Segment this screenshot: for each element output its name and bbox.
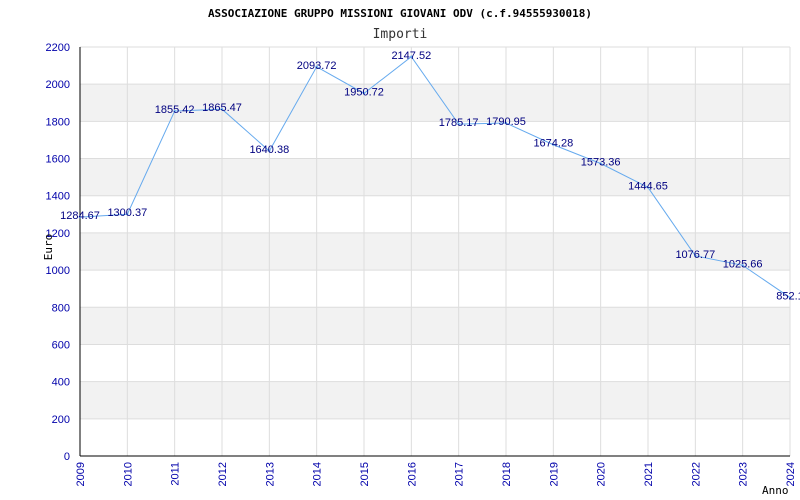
y-tick-label: 600 [52, 339, 70, 351]
series-title: Importi [373, 27, 428, 42]
x-tick-label: 2024 [785, 462, 797, 486]
grid-band [80, 158, 790, 196]
x-tick-label: 2018 [501, 462, 513, 486]
x-axis-label: Anno [762, 484, 789, 497]
data-label: 1284.67 [60, 210, 100, 222]
line-chart: ASSOCIAZIONE GRUPPO MISSIONI GIOVANI ODV… [42, 7, 800, 497]
y-tick-label: 800 [52, 302, 70, 314]
data-label: 1950.72 [344, 86, 384, 98]
x-tick-label: 2011 [170, 462, 182, 486]
data-label: 1785.17 [439, 117, 479, 129]
x-tick-label: 2015 [359, 462, 371, 486]
x-tick-label: 2017 [454, 462, 466, 486]
data-label: 1855.42 [155, 104, 195, 116]
data-label: 1444.65 [628, 180, 668, 192]
y-tick-label: 2000 [46, 79, 70, 91]
x-tick-label: 2019 [548, 462, 560, 486]
x-tick-label: 2013 [264, 462, 276, 486]
grid-band [80, 381, 790, 419]
x-tick-label: 2016 [406, 462, 418, 486]
x-tick-label: 2020 [596, 462, 608, 486]
x-tick-label: 2022 [690, 462, 702, 486]
x-tick-label: 2012 [217, 462, 229, 486]
data-label: 2093.72 [297, 60, 337, 72]
y-tick-label: 1400 [46, 191, 70, 203]
y-tick-label: 200 [52, 414, 70, 426]
x-tick-label: 2021 [643, 462, 655, 486]
y-tick-label: 2200 [46, 42, 70, 54]
data-label: 852.1 [776, 291, 800, 303]
y-axis-label: Euro [42, 234, 55, 261]
y-tick-label: 1000 [46, 265, 70, 277]
data-label: 1674.28 [533, 138, 573, 150]
data-label: 1076.77 [675, 249, 715, 261]
y-tick-label: 1600 [46, 154, 70, 166]
x-tick-label: 2023 [738, 462, 750, 486]
chart-title: ASSOCIAZIONE GRUPPO MISSIONI GIOVANI ODV… [208, 7, 592, 20]
x-tick-label: 2014 [312, 462, 324, 486]
grid-band [80, 307, 790, 345]
y-tick-label: 400 [52, 377, 70, 389]
x-tick-label: 2009 [75, 462, 87, 486]
data-label: 1573.36 [581, 156, 621, 168]
x-tick-label: 2010 [122, 462, 134, 486]
y-tick-label: 1800 [46, 116, 70, 128]
data-label: 1025.66 [723, 258, 763, 270]
data-label: 1300.37 [107, 207, 147, 219]
data-label: 2147.52 [391, 50, 431, 62]
x-tick-labels: 2009 2010 2011 2012 2013 2014 2015 2016 2017 2018… [75, 462, 797, 486]
y-tick-label: 0 [64, 451, 70, 463]
data-label: 1640.38 [249, 144, 289, 156]
data-label: 1865.47 [202, 102, 242, 114]
data-label: 1790.95 [486, 116, 526, 128]
